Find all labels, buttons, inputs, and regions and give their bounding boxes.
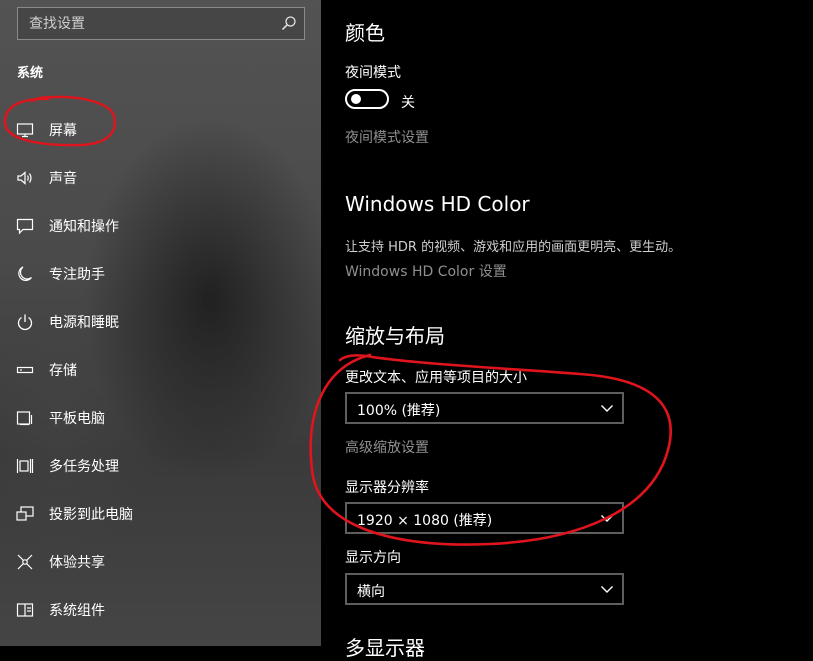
- tablet-icon: [16, 411, 33, 426]
- sidebar: 系统 屏幕 声音 通知和操作: [0, 0, 321, 646]
- hdr-settings-link[interactable]: Windows HD Color 设置: [345, 261, 507, 281]
- night-mode-toggle[interactable]: [345, 89, 389, 109]
- search-icon[interactable]: [281, 15, 297, 31]
- resolution-value: 1920 × 1080 (推荐): [357, 513, 493, 529]
- sidebar-item-power[interactable]: 电源和睡眠: [0, 298, 321, 346]
- storage-icon: [16, 366, 34, 374]
- hdr-description: 让支持 HDR 的视频、游戏和应用的画面更明亮、更生动。: [345, 240, 682, 255]
- scale-label: 更改文本、应用等项目的大小: [345, 370, 527, 386]
- resolution-dropdown[interactable]: 1920 × 1080 (推荐): [345, 502, 624, 534]
- sidebar-item-label: 系统组件: [49, 603, 105, 619]
- sidebar-item-label: 专注助手: [49, 267, 105, 283]
- night-mode-state: 关: [401, 95, 415, 111]
- sidebar-item-display[interactable]: 屏幕: [0, 106, 321, 154]
- search-input[interactable]: [18, 8, 268, 39]
- notification-icon: [16, 218, 34, 235]
- scale-section-title: 缩放与布局: [345, 324, 445, 348]
- orientation-dropdown[interactable]: 横向: [345, 573, 624, 605]
- sidebar-item-label: 投影到此电脑: [49, 507, 133, 523]
- sidebar-item-label: 声音: [49, 171, 77, 187]
- moon-icon: [18, 266, 32, 281]
- sidebar-item-storage[interactable]: 存储: [0, 346, 321, 394]
- sidebar-item-system-components[interactable]: 系统组件: [0, 586, 321, 634]
- night-mode-label: 夜间模式: [345, 65, 401, 81]
- sidebar-item-label: 屏幕: [49, 123, 77, 139]
- night-mode-settings-link[interactable]: 夜间模式设置: [345, 127, 429, 147]
- speaker-icon: [17, 171, 32, 185]
- color-section-title: 颜色: [345, 21, 385, 45]
- orientation-label: 显示方向: [345, 550, 401, 566]
- main-panel: 颜色 夜间模式 关 夜间模式设置 Windows HD Color 让支持 HD…: [321, 0, 813, 660]
- scale-value: 100% (推荐): [357, 403, 441, 419]
- multitask-icon: [16, 459, 34, 473]
- sidebar-item-notifications[interactable]: 通知和操作: [0, 202, 321, 250]
- chevron-down-icon: [601, 586, 613, 593]
- sidebar-item-label: 电源和睡眠: [49, 315, 119, 331]
- project-icon: [16, 506, 34, 521]
- sidebar-item-multitasking[interactable]: 多任务处理: [0, 442, 321, 490]
- monitor-icon: [16, 123, 34, 138]
- sidebar-item-tablet[interactable]: 平板电脑: [0, 394, 321, 442]
- sidebar-item-label: 体验共享: [49, 555, 105, 571]
- sidebar-section-title: 系统: [17, 66, 44, 81]
- sidebar-item-label: 平板电脑: [49, 411, 105, 427]
- chevron-down-icon: [601, 405, 613, 412]
- sidebar-item-shared-experiences[interactable]: 体验共享: [0, 538, 321, 586]
- scale-dropdown[interactable]: 100% (推荐): [345, 392, 624, 424]
- advanced-scaling-link[interactable]: 高级缩放设置: [345, 437, 429, 457]
- sidebar-item-project[interactable]: 投影到此电脑: [0, 490, 321, 538]
- sidebar-item-label: 存储: [49, 363, 77, 379]
- toggle-knob: [351, 94, 361, 104]
- resolution-label: 显示器分辨率: [345, 480, 429, 496]
- multi-display-section-title: 多显示器: [345, 636, 425, 660]
- power-icon: [17, 314, 33, 331]
- components-icon: [16, 603, 34, 617]
- share-icon: [17, 554, 33, 570]
- search-box[interactable]: [17, 7, 305, 40]
- sidebar-item-label: 通知和操作: [49, 219, 119, 235]
- orientation-value: 横向: [357, 584, 385, 600]
- chevron-down-icon: [601, 515, 613, 522]
- hdr-section-title: Windows HD Color: [345, 192, 530, 216]
- sidebar-nav: 屏幕 声音 通知和操作 专注助手 电源和睡眠 存储 平板电脑 多任务处理 投影到…: [0, 106, 321, 634]
- sidebar-item-sound[interactable]: 声音: [0, 154, 321, 202]
- sidebar-item-focus-assist[interactable]: 专注助手: [0, 250, 321, 298]
- sidebar-item-label: 多任务处理: [49, 459, 119, 475]
